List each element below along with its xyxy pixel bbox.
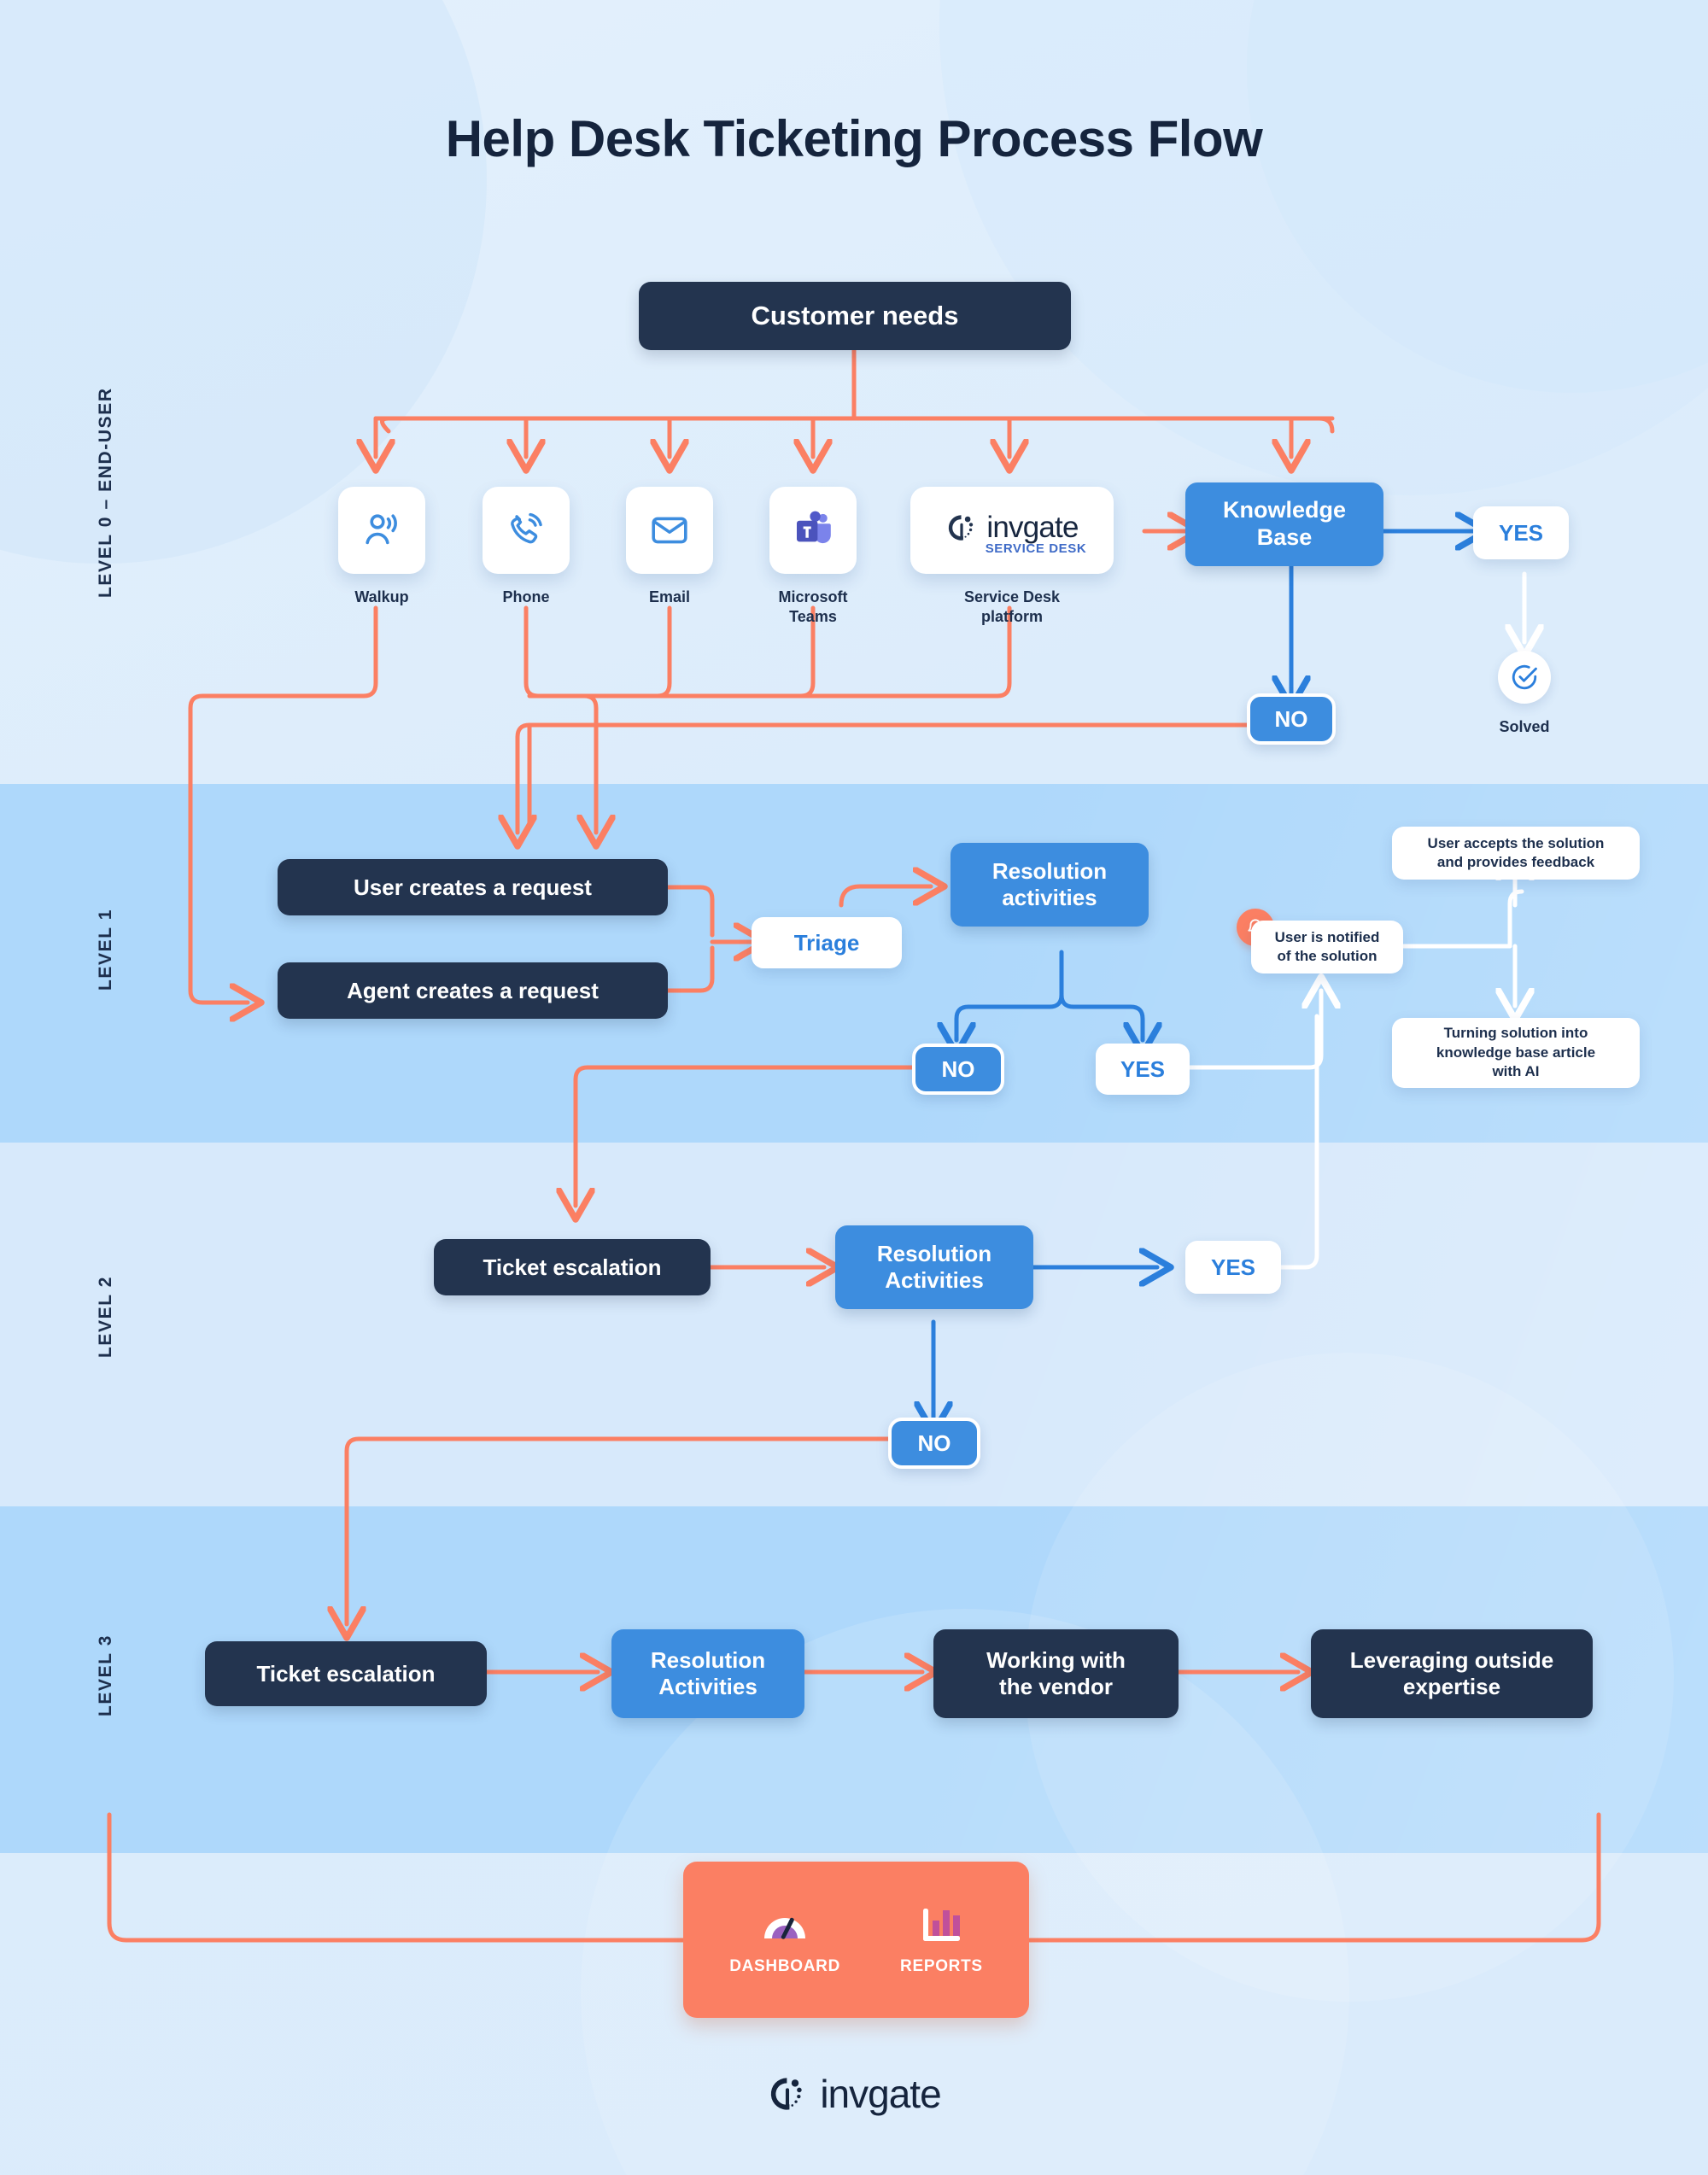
person-wave-icon [366,514,397,545]
channel-label-phone: Phone [502,588,550,605]
level1-yes-chip[interactable]: YES [1096,1044,1190,1095]
phone-call-icon [511,512,542,544]
cta-reports-label: REPORTS [900,1956,983,1975]
channel-phone[interactable]: Phone [483,487,570,605]
knowledge-base-node[interactable]: Knowledge Base [1185,482,1383,566]
footer-logo: invgate [0,2071,1708,2117]
level2-ticket-escalation-node[interactable]: Ticket escalation [434,1239,711,1295]
infographic-canvas: Help Desk Ticketing Process Flow LEVEL 0… [0,0,1708,2175]
level3-step-4[interactable]: Leveraging outside expertise [1311,1629,1593,1718]
level2-no-chip[interactable]: NO [888,1418,980,1469]
level3-step-3[interactable]: Working with the vendor [933,1629,1179,1718]
solved-badge [1498,651,1551,704]
lane-label-level-3: LEVEL 3 [96,1634,115,1716]
channel-label-microsoft-teams: Microsoft Teams [778,588,848,626]
invgate-wordmark: invgate [986,510,1079,544]
cta-dashboard[interactable]: DASHBOARD [729,1904,840,1976]
service-desk-sublabel: SERVICE DESK [985,541,1087,556]
background-blob-right [1247,0,1708,393]
kb-article-ai-note[interactable]: Turning solution into knowledge base art… [1392,1018,1640,1088]
lane-label-level-2: LEVEL 2 [96,1275,115,1358]
channel-label-email: Email [648,588,691,605]
level1-resolution-activities-node[interactable]: Resolution activities [951,843,1149,927]
channel-microsoft-teams[interactable]: Microsoft Teams [769,487,857,625]
microsoft-teams-icon [796,511,831,544]
invgate-mark-icon [949,514,974,541]
footer-wordmark: invgate [820,2072,941,2116]
level3-step-2[interactable]: Resolution Activities [611,1629,804,1718]
check-circle-icon [1512,664,1537,690]
level2-yes-chip[interactable]: YES [1185,1241,1281,1294]
lane-label-level-0: LEVEL 0 – END-USER [96,387,115,598]
page-title: Help Desk Ticketing Process Flow [445,110,1263,167]
level3-step-1[interactable]: Ticket escalation [205,1641,487,1706]
cta-dashboard-label: DASHBOARD [729,1956,841,1975]
user-creates-request-node[interactable]: User creates a request [278,859,668,915]
channel-label-service-desk: Service Desk platform [963,588,1061,626]
level1-no-chip[interactable]: NO [912,1044,1004,1095]
dashboard-reports-card[interactable]: DASHBOARD REPORTS [683,1862,1029,2018]
solved-label: Solved [1499,718,1550,735]
envelope-icon [652,517,687,544]
customer-needs-node[interactable]: Customer needs [639,282,1071,350]
background-blob-center [939,0,1708,495]
gauge-icon [764,1917,806,1939]
background-blob-left [0,0,487,564]
lane-label-level-1: LEVEL 1 [96,908,115,991]
channel-email[interactable]: Email [626,487,713,605]
channel-service-desk-platform[interactable]: invgate SERVICE DESK Service Desk platfo… [910,487,1114,625]
user-notified-note[interactable]: User is notified of the solution [1251,921,1403,973]
level2-resolution-activities-node[interactable]: Resolution Activities [835,1225,1033,1309]
level0-no-chip[interactable]: NO [1247,693,1336,745]
cta-reports[interactable]: REPORTS [900,1904,983,1976]
bar-chart-icon [923,1908,961,1941]
triage-node[interactable]: Triage [752,917,902,968]
channel-label-walkup: Walkup [354,588,409,605]
level0-yes-chip[interactable]: YES [1473,506,1569,559]
agent-creates-request-node[interactable]: Agent creates a request [278,962,668,1019]
user-accepts-solution-note[interactable]: User accepts the solution and provides f… [1392,827,1640,880]
invgate-mark-icon-footer [771,2078,803,2110]
channel-walkup[interactable]: Walkup [338,487,425,605]
